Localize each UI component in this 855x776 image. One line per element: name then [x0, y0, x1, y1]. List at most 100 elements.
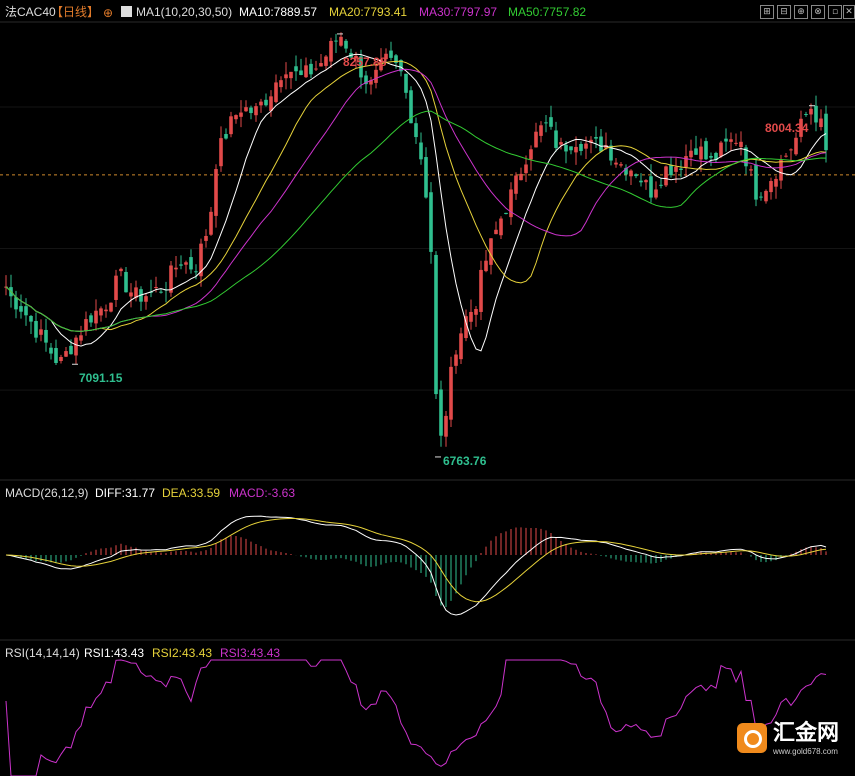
candle-body [764, 190, 768, 202]
watermark: 汇金网 www.gold678.com [737, 721, 855, 776]
candle-body [74, 337, 78, 356]
candle-body [694, 148, 698, 155]
ma30-value: MA30:7797.97 [419, 5, 498, 19]
candle-body [584, 143, 588, 149]
candle-body [504, 212, 508, 215]
rsi-panel [5, 659, 827, 776]
candle-body [334, 40, 338, 42]
macd-panel [5, 515, 827, 616]
candle-body [774, 178, 778, 187]
candle-body [554, 130, 558, 148]
candle-body [324, 56, 328, 66]
candle-body [159, 291, 163, 293]
rsi1-value: RSI1:43.43 [84, 646, 145, 660]
candle-body [499, 218, 503, 236]
candle-body [424, 157, 428, 198]
candle-body [234, 115, 238, 120]
candle-body [184, 262, 188, 265]
candle-body [459, 333, 463, 360]
ma50-line [5, 110, 827, 332]
candle-body [449, 366, 453, 420]
restore-button[interactable]: ▫ [828, 5, 842, 19]
candle-body [784, 155, 788, 157]
candle-body [804, 114, 808, 116]
candle-body [109, 302, 113, 312]
candle-body [684, 156, 688, 168]
candle-body [254, 106, 258, 116]
candle-body [259, 101, 263, 106]
candle-body [54, 348, 58, 363]
settings-icon[interactable]: ⊕ [103, 6, 113, 20]
candle-body [14, 297, 18, 310]
candle-body [174, 267, 178, 270]
candle-body [124, 271, 128, 293]
candle-body [144, 296, 148, 302]
candle-body [249, 107, 253, 114]
add-button[interactable]: ⊕ [794, 5, 808, 19]
candle-body [474, 309, 478, 315]
candle-body [344, 40, 348, 49]
close-button[interactable]: ✕ [843, 5, 855, 19]
candle-body [674, 166, 678, 172]
candle-body [594, 136, 598, 139]
candle-body [649, 176, 653, 198]
candle-body [264, 99, 268, 106]
rsi-line [5, 659, 827, 776]
candle-body [769, 181, 773, 193]
candle-body [724, 138, 728, 142]
candle-body [544, 122, 548, 124]
candle-body [219, 138, 223, 167]
rsi2-value: RSI2:43.43 [152, 646, 213, 660]
zoom-in-button[interactable]: ⊞ [760, 5, 774, 19]
candle-body [329, 40, 333, 62]
candle-body [664, 166, 668, 186]
ma20-value: MA20:7793.41 [329, 5, 408, 19]
candle-body [469, 311, 473, 322]
candle-body [579, 143, 583, 151]
rsi-params-label: RSI(14,14,14) [5, 646, 80, 660]
candle-body [239, 112, 243, 117]
candle-body [514, 175, 518, 194]
remove-button[interactable]: ⊗ [811, 5, 825, 19]
candle-body [104, 309, 108, 312]
candle-body [529, 149, 533, 160]
candle-body [89, 315, 93, 323]
candle-body [689, 150, 693, 158]
candle-body [484, 260, 488, 272]
candle-body [294, 66, 298, 72]
candle-body [69, 345, 73, 355]
candles-group [4, 32, 828, 447]
candle-body [49, 347, 53, 354]
candle-body [229, 116, 233, 135]
candle-body [119, 268, 123, 272]
candle-body [534, 131, 538, 148]
candle-body [719, 142, 723, 157]
candle-body [819, 118, 823, 128]
candle-body [734, 142, 738, 144]
candle-body [299, 70, 303, 76]
candle-body [84, 319, 88, 331]
candle-body [274, 82, 278, 102]
zoom-out-button[interactable]: ⊟ [777, 5, 791, 19]
candle-body [189, 257, 193, 270]
candle-body [404, 73, 408, 93]
ma30-line [5, 68, 827, 332]
moving-average-lines [5, 53, 827, 352]
candle-body [374, 69, 378, 83]
chart-icon[interactable] [121, 6, 132, 17]
period-label[interactable]: 【日线】 [51, 5, 99, 19]
candle-body [574, 146, 578, 153]
annotation-low-1: 7091.15 [79, 371, 123, 385]
candle-body [204, 235, 208, 241]
candle-body [709, 156, 713, 158]
candle-body [314, 68, 318, 70]
candle-body [479, 269, 483, 312]
candle-body [644, 180, 648, 183]
candle-body [244, 107, 248, 112]
candle-body [669, 164, 673, 176]
macd-params-label: MACD(26,12,9) [5, 486, 89, 500]
candle-body [434, 254, 438, 395]
candle-body [114, 275, 118, 300]
candle-body [524, 164, 528, 174]
macd-dea-value: DEA:33.59 [162, 486, 221, 500]
